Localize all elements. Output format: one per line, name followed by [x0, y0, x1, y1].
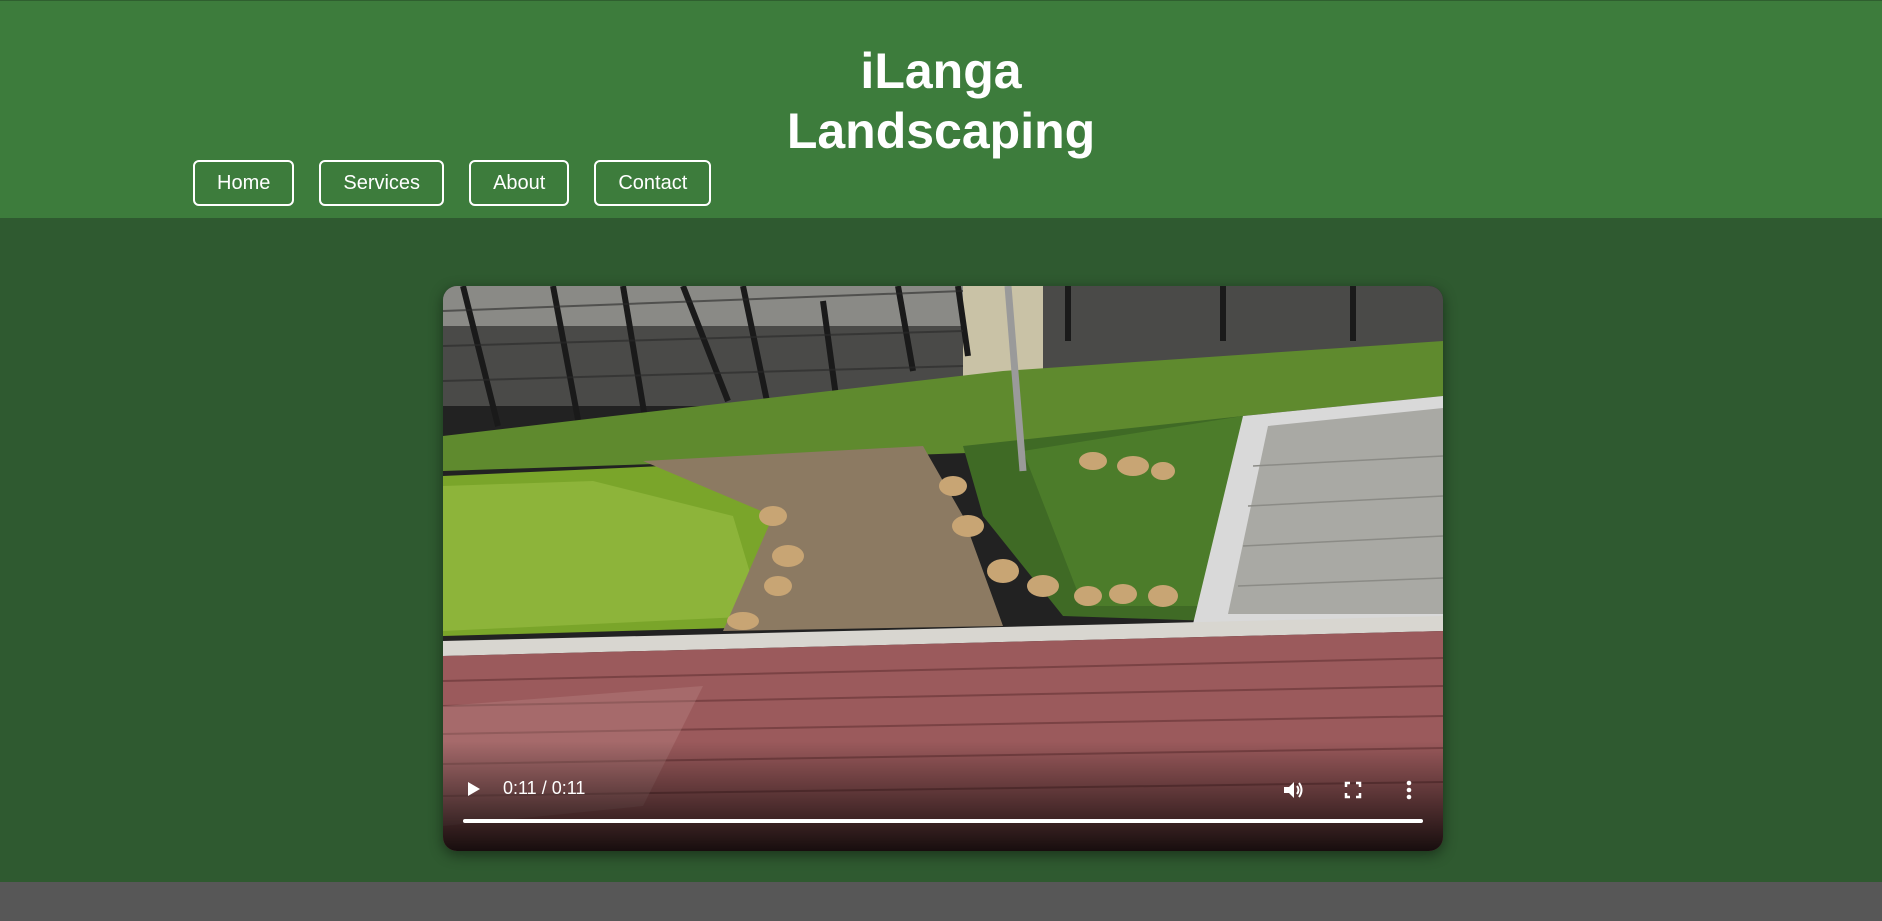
nav-contact-button[interactable]: Contact [594, 160, 712, 206]
video-player[interactable]: 0:11 / 0:11 [443, 286, 1443, 851]
nav-services-button[interactable]: Services [319, 160, 445, 206]
play-icon[interactable] [463, 779, 483, 799]
main-nav: Home Services About Contact [193, 160, 712, 206]
fullscreen-icon[interactable] [1343, 780, 1363, 800]
site-header: iLanga Landscaping Home Services About C… [0, 0, 1882, 218]
video-progress-bar[interactable] [463, 819, 1423, 823]
site-title: iLanga Landscaping [0, 41, 1882, 161]
more-options-icon[interactable] [1403, 778, 1415, 802]
volume-icon[interactable] [1281, 778, 1305, 802]
nav-home-button[interactable]: Home [193, 160, 295, 206]
nav-about-button[interactable]: About [469, 160, 570, 206]
site-footer [0, 882, 1882, 921]
site-title-line1: iLanga [860, 43, 1022, 99]
site-title-line2: Landscaping [786, 103, 1096, 159]
main-content: 0:11 / 0:11 [0, 218, 1882, 882]
video-time: 0:11 / 0:11 [503, 778, 586, 798]
